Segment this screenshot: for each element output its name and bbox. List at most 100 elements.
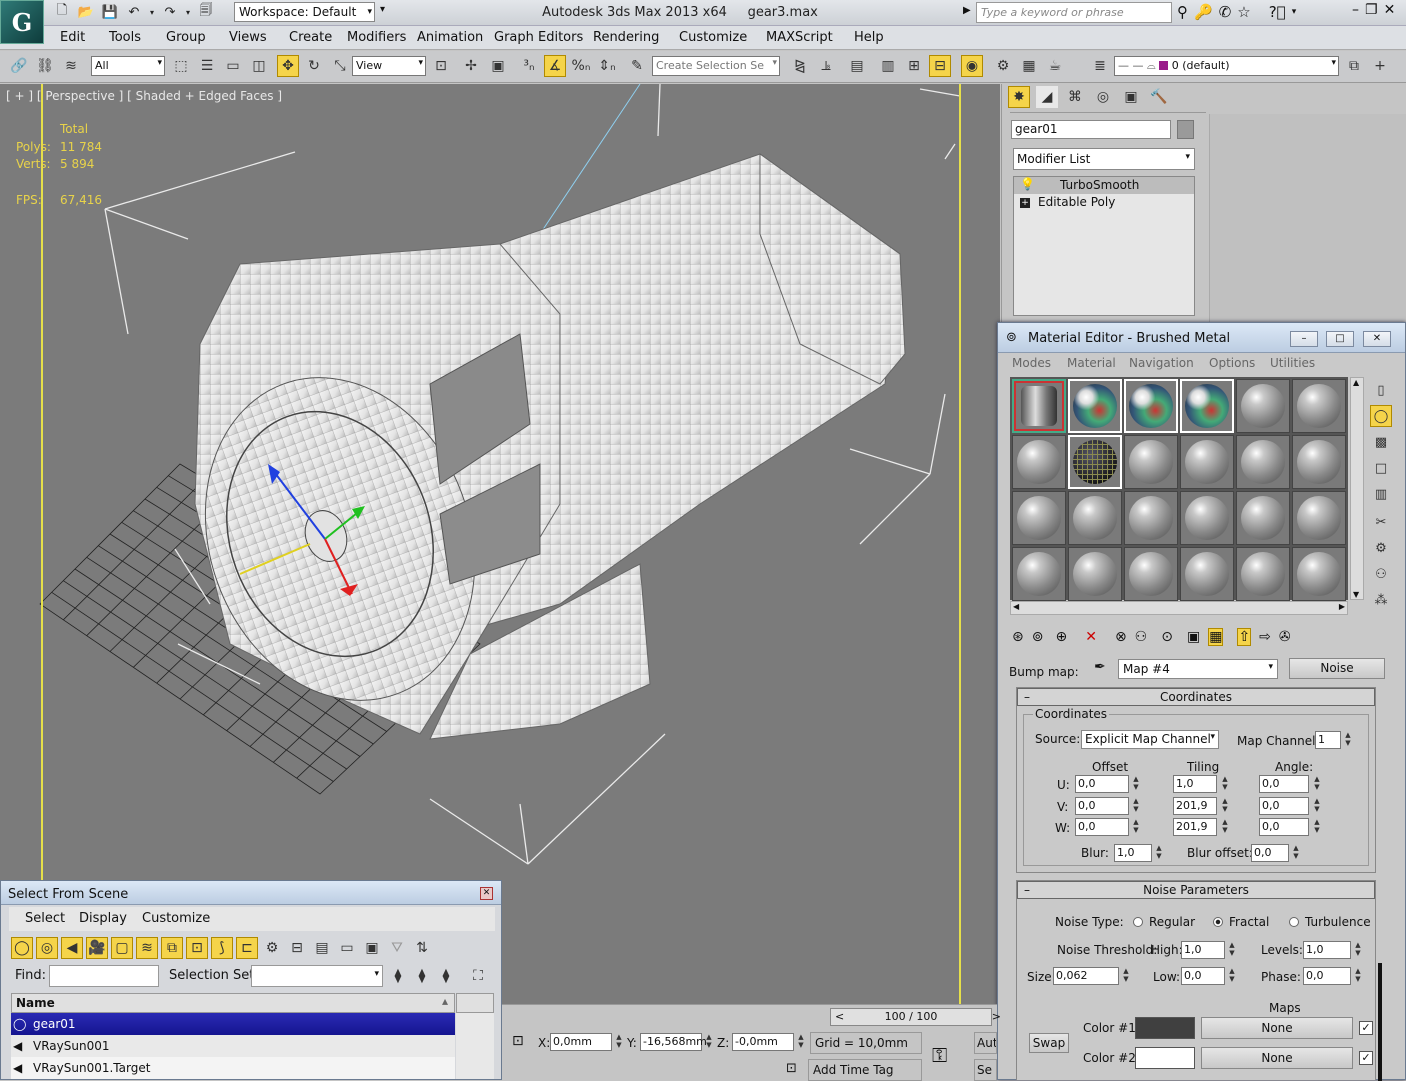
display-bones-icon[interactable]: ⟆ <box>211 937 233 959</box>
spinner-arrows-icon[interactable]: ▲ ▼ <box>1343 731 1353 749</box>
v-angle-spinner[interactable]: 0,0 <box>1259 797 1309 815</box>
assign-to-selection-icon[interactable]: ⊕ <box>1055 629 1067 645</box>
render-production-icon[interactable]: ☕ <box>1044 55 1066 77</box>
add-time-tag-button[interactable]: Add Time Tag <box>808 1059 922 1081</box>
rendered-frame-window-icon[interactable]: ▦ <box>1018 55 1040 77</box>
menu-options[interactable]: Options <box>1209 356 1255 370</box>
graphite-ribbon-icon[interactable]: ▥ <box>877 55 899 77</box>
rectangular-selection-icon[interactable]: ▭ <box>222 55 244 77</box>
reference-coordinate-dropdown[interactable]: View ▾ <box>352 56 426 76</box>
percent-snap-icon[interactable]: %ₙ <box>570 55 592 77</box>
material-editor-icon[interactable]: ◉ <box>961 55 983 77</box>
sort-ascending-icon[interactable]: ▴ <box>442 994 448 1008</box>
named-selection-set-dropdown[interactable]: Create Selection Se ▾ <box>652 56 780 76</box>
show-shaded-icon[interactable]: ▣ <box>1187 629 1200 645</box>
save-icon[interactable]: 💾 <box>100 3 120 21</box>
display-invert-icon[interactable]: ▣ <box>361 937 383 959</box>
radio-icon[interactable] <box>1133 917 1143 927</box>
display-lights-icon[interactable]: ◀ <box>61 937 83 959</box>
z-coordinate-field[interactable]: -0,0mm <box>732 1033 794 1051</box>
reset-map-icon[interactable]: ✕ <box>1085 629 1097 645</box>
spinner-arrows-icon[interactable]: ▲ ▼ <box>1220 797 1230 815</box>
project-folder-icon[interactable]: 🗐 <box>196 3 216 21</box>
spinner-arrows-icon[interactable]: ▲ ▼ <box>1227 967 1237 985</box>
background-checker-icon[interactable]: ▩ <box>1370 431 1392 453</box>
color1-map-button[interactable]: None <box>1201 1017 1353 1039</box>
absolute-relative-toggle-icon[interactable]: ⊡ <box>512 1033 524 1049</box>
info-center-arrow-icon[interactable]: ▶ <box>963 5 971 16</box>
spinner-arrows-icon[interactable]: ▲ ▼ <box>1131 797 1141 815</box>
material-slot[interactable] <box>1012 379 1066 433</box>
map-channel-spinner[interactable]: 1 <box>1315 731 1341 749</box>
material-slot[interactable] <box>1068 547 1122 601</box>
create-layer-icon[interactable]: ⧉ <box>1343 55 1365 77</box>
select-link-icon[interactable]: 🔗 <box>8 55 30 77</box>
options-icon[interactable]: ⚙ <box>1370 537 1392 559</box>
help-icon[interactable]: ?⃝ <box>1269 3 1286 21</box>
spinner-arrows-icon[interactable]: ▲ ▼ <box>1220 775 1230 793</box>
menu-create[interactable]: Create <box>289 30 332 45</box>
put-to-scene-icon[interactable]: ⊚ <box>1032 629 1044 645</box>
backlight-icon[interactable]: ◯ <box>1370 405 1392 427</box>
material-slot[interactable] <box>1124 435 1178 489</box>
display-helpers-icon[interactable]: ▢ <box>111 937 133 959</box>
selection-filter-dropdown[interactable]: All ▾ <box>91 56 165 76</box>
spinner-arrows-icon[interactable]: ▲ ▼ <box>796 1033 806 1051</box>
size-spinner[interactable]: 0,062 <box>1053 967 1119 985</box>
menu-display[interactable]: Display <box>79 911 127 926</box>
menu-maxscript[interactable]: MAXScript <box>766 30 833 45</box>
slot-vertical-scrollbar[interactable]: ▲ ▼ <box>1350 377 1364 600</box>
layer-dropdown[interactable]: — — ⌓ 0 (default) ▾ <box>1114 56 1339 76</box>
menu-edit[interactable]: Edit <box>60 30 85 45</box>
time-slider[interactable]: < 100 / 100 > <box>830 1008 1001 1026</box>
material-slot[interactable] <box>1068 379 1122 433</box>
close-icon[interactable]: ✕ <box>1384 2 1396 18</box>
spinner-arrows-icon[interactable]: ▲ ▼ <box>1312 775 1322 793</box>
object-color-swatch[interactable] <box>1177 120 1194 139</box>
put-to-library-icon[interactable]: ⚇ <box>1135 629 1148 645</box>
material-slot[interactable] <box>1292 547 1346 601</box>
material-slot[interactable] <box>1292 379 1346 433</box>
select-manipulate-icon[interactable]: ✢ <box>460 55 482 77</box>
video-color-check-icon[interactable]: ▥ <box>1370 483 1392 505</box>
list-item[interactable]: ◯ gear01 <box>11 1013 455 1035</box>
spinner-arrows-icon[interactable]: ▲ ▼ <box>1291 844 1301 862</box>
display-containers-icon[interactable]: ⊏ <box>236 937 258 959</box>
mirror-icon[interactable]: ⧎ <box>789 55 811 77</box>
maximize-button[interactable]: □ <box>1326 331 1354 347</box>
spinner-arrows-icon[interactable]: ▲ ▼ <box>614 1033 624 1051</box>
select-dependents-icon[interactable]: ⛶ <box>467 965 489 987</box>
material-slot[interactable] <box>1236 547 1290 601</box>
x-coordinate-field[interactable]: 0,0mm <box>550 1033 612 1051</box>
noise-parameters-header[interactable]: – Noise Parameters <box>1017 881 1375 899</box>
color2-map-button[interactable]: None <box>1201 1047 1353 1069</box>
minimize-icon[interactable]: – <box>1352 2 1359 18</box>
scroll-right-icon[interactable]: ▶ <box>1339 602 1345 611</box>
display-frozen-icon[interactable]: ⚙ <box>261 937 283 959</box>
go-forward-sibling-icon[interactable]: ⇨ <box>1259 629 1271 645</box>
material-slot[interactable] <box>1292 435 1346 489</box>
subscription-icon[interactable]: 🔑 <box>1194 3 1213 21</box>
material-slot[interactable] <box>1180 547 1234 601</box>
w-offset-spinner[interactable]: 0,0 <box>1075 818 1129 836</box>
spinner-arrows-icon[interactable]: ▲ ▼ <box>1353 941 1363 959</box>
blur-spinner[interactable]: 1,0 <box>1114 844 1152 862</box>
material-slot[interactable] <box>1124 379 1178 433</box>
show-end-result-icon[interactable]: ▦ <box>1208 628 1224 646</box>
material-slot[interactable] <box>1236 435 1290 489</box>
find-input[interactable] <box>49 965 159 987</box>
auto-key-button[interactable]: Aut <box>974 1032 997 1054</box>
material-slot[interactable] <box>1236 379 1290 433</box>
spinner-arrows-icon[interactable]: ▲ ▼ <box>1312 818 1322 836</box>
display-geometry-icon[interactable]: ◯ <box>11 937 33 959</box>
menu-modifiers[interactable]: Modifiers <box>347 30 406 45</box>
select-by-material-icon[interactable]: ⚇ <box>1370 563 1392 585</box>
display-cameras-icon[interactable]: 🎥 <box>86 937 108 959</box>
material-slot[interactable] <box>1236 491 1290 545</box>
redo-dropdown-icon[interactable]: ▾ <box>184 3 192 21</box>
curve-editor-icon[interactable]: ⊞ <box>903 55 925 77</box>
menu-rendering[interactable]: Rendering <box>593 30 659 45</box>
hierarchy-tab-icon[interactable]: ⌘ <box>1064 86 1086 108</box>
scroll-down-icon[interactable]: ▼ <box>1353 590 1359 599</box>
lightbulb-icon[interactable]: 💡 <box>1020 177 1035 191</box>
